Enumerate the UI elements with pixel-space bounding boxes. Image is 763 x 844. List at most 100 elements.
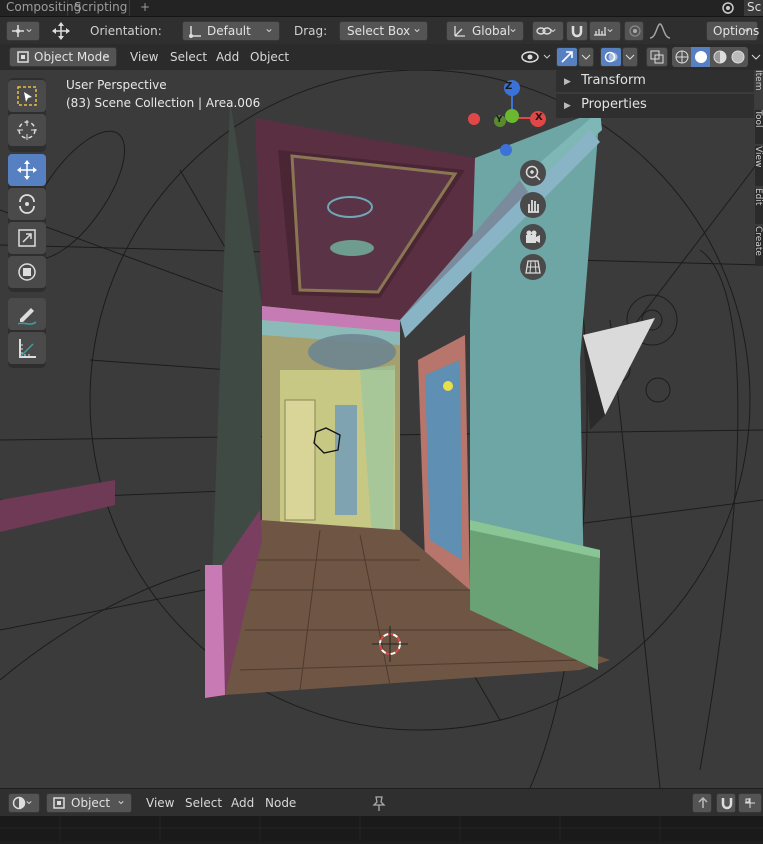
object-mode-dropdown[interactable]: Object Mode [9, 45, 117, 67]
node-menu-select[interactable]: Select [185, 793, 222, 813]
node-snap-toggle[interactable] [716, 793, 736, 813]
orientation-value: Default [207, 24, 251, 38]
axis-x-label: X [535, 112, 543, 123]
annotate-tool[interactable] [8, 298, 46, 330]
sidebar-tab-create[interactable]: Create [755, 226, 763, 266]
editor-type-button[interactable] [6, 19, 40, 41]
add-workspace-button[interactable]: + [134, 0, 154, 16]
snap-grid-icon [745, 798, 755, 808]
node-snap-target-button[interactable] [738, 793, 762, 813]
axis-y-label: Y [496, 115, 503, 125]
rendered-shading-icon[interactable] [730, 49, 746, 65]
move-tool-icon[interactable] [50, 21, 72, 41]
node-editor-canvas[interactable] [0, 816, 763, 841]
properties-panel-header[interactable]: ▶ Properties [556, 94, 754, 116]
cursor-tool[interactable] [8, 114, 46, 146]
shader-type-dropdown[interactable]: Object [46, 791, 132, 813]
transform-space-value: Global [472, 24, 511, 38]
snap-target-dropdown[interactable] [589, 19, 621, 41]
transform-panel-label: Transform [581, 73, 646, 88]
zoom-button[interactable] [520, 160, 546, 186]
ortho-toggle-button[interactable] [520, 254, 546, 280]
axis-z-label: Z [505, 81, 513, 92]
grid-icon [525, 260, 541, 274]
snap-toggle[interactable] [566, 21, 588, 41]
chevron-down-icon [751, 54, 761, 60]
transform-tool[interactable] [8, 256, 46, 288]
object-icon [53, 797, 65, 809]
orientation-dropdown[interactable]: Default [182, 19, 280, 41]
3d-viewport[interactable]: User Perspective (83) Scene Collection |… [0, 70, 763, 788]
menu-add[interactable]: Add [216, 47, 239, 67]
sidebar-tab-tool[interactable]: Tool [755, 110, 763, 144]
measure-tool[interactable] [8, 332, 46, 364]
pan-button[interactable] [520, 192, 546, 218]
sidebar-tab-edit[interactable]: Edit [755, 188, 763, 224]
scene-icon[interactable] [718, 0, 738, 16]
menu-object[interactable]: Object [250, 47, 289, 67]
falloff-curve-icon[interactable] [648, 21, 672, 41]
scene-selector[interactable]: Sc [744, 0, 763, 16]
gizmo-icon [561, 51, 573, 63]
orientation-icon [189, 26, 201, 38]
arrow-up-icon [698, 796, 708, 808]
select-box-tool[interactable] [8, 80, 46, 112]
node-grid [0, 816, 763, 841]
xray-toggle[interactable] [646, 47, 668, 67]
pencil-icon [17, 308, 37, 325]
menu-select[interactable]: Select [170, 47, 207, 67]
shading-dropdown[interactable] [750, 47, 763, 67]
expand-arrow-icon: ▶ [564, 77, 571, 87]
xray-icon [650, 50, 664, 64]
sidebar-tab-view[interactable]: View [755, 146, 763, 186]
node-menu-add[interactable]: Add [231, 793, 254, 813]
workspace-tabs-bar: Compositing Scripting + Sc [0, 0, 763, 17]
drag-label: Drag: [294, 24, 328, 38]
camera-view-button[interactable] [520, 224, 546, 250]
scene-collection-label: (83) Scene Collection | Area.006 [66, 96, 261, 110]
expand-arrow-icon: ▶ [564, 101, 571, 111]
tab-compositing[interactable]: Compositing [0, 0, 81, 16]
pin-icon[interactable] [370, 794, 388, 812]
overlay-dropdown[interactable] [622, 47, 638, 67]
camera-icon [526, 230, 540, 243]
move-tool[interactable] [8, 154, 46, 186]
link-icon [536, 27, 552, 35]
parent-node-button[interactable] [692, 793, 712, 813]
node-editor-type-button[interactable] [8, 791, 40, 813]
chevron-down-icon [581, 54, 591, 60]
gizmo-toggle[interactable] [556, 47, 578, 67]
move-arrows-icon [17, 160, 37, 180]
tab-scripting[interactable]: Scripting [68, 0, 130, 16]
options-label: Options [713, 24, 760, 38]
solid-shading-icon [695, 51, 707, 63]
select-box-icon [17, 86, 37, 106]
options-dropdown[interactable]: Options [706, 19, 760, 41]
overlay-toggle[interactable] [600, 47, 622, 67]
sidebar-tab-item[interactable]: Item [755, 70, 763, 108]
scale-icon [18, 229, 36, 247]
object-mode-icon [17, 51, 29, 63]
zoom-icon [525, 165, 541, 181]
transform-space-dropdown[interactable]: Global [446, 19, 524, 41]
solid-shading-button[interactable] [691, 47, 710, 67]
node-menu-node[interactable]: Node [265, 793, 296, 813]
scale-tool[interactable] [8, 222, 46, 254]
tool-header: Orientation: Default Drag: Select Box Gl… [0, 17, 763, 45]
proportional-edit-toggle[interactable] [624, 21, 644, 41]
hand-icon [528, 200, 539, 213]
wireframe-shading-icon[interactable] [674, 49, 690, 65]
menu-view[interactable]: View [130, 47, 158, 67]
viewport-header: Object Mode View Select Add Object [0, 44, 763, 70]
drag-dropdown[interactable]: Select Box [339, 19, 428, 41]
pivot-point-dropdown[interactable] [532, 19, 564, 41]
cursor-icon [17, 120, 37, 140]
gizmo-dropdown[interactable] [578, 47, 594, 67]
node-menu-view[interactable]: View [146, 793, 174, 813]
material-shading-icon[interactable] [712, 49, 728, 65]
overlay-icon [604, 51, 618, 63]
visibility-dropdown[interactable] [520, 47, 552, 67]
transform-panel-header[interactable]: ▶ Transform [556, 70, 754, 92]
rotate-tool[interactable] [8, 188, 46, 220]
shader-editor-icon [12, 796, 26, 810]
